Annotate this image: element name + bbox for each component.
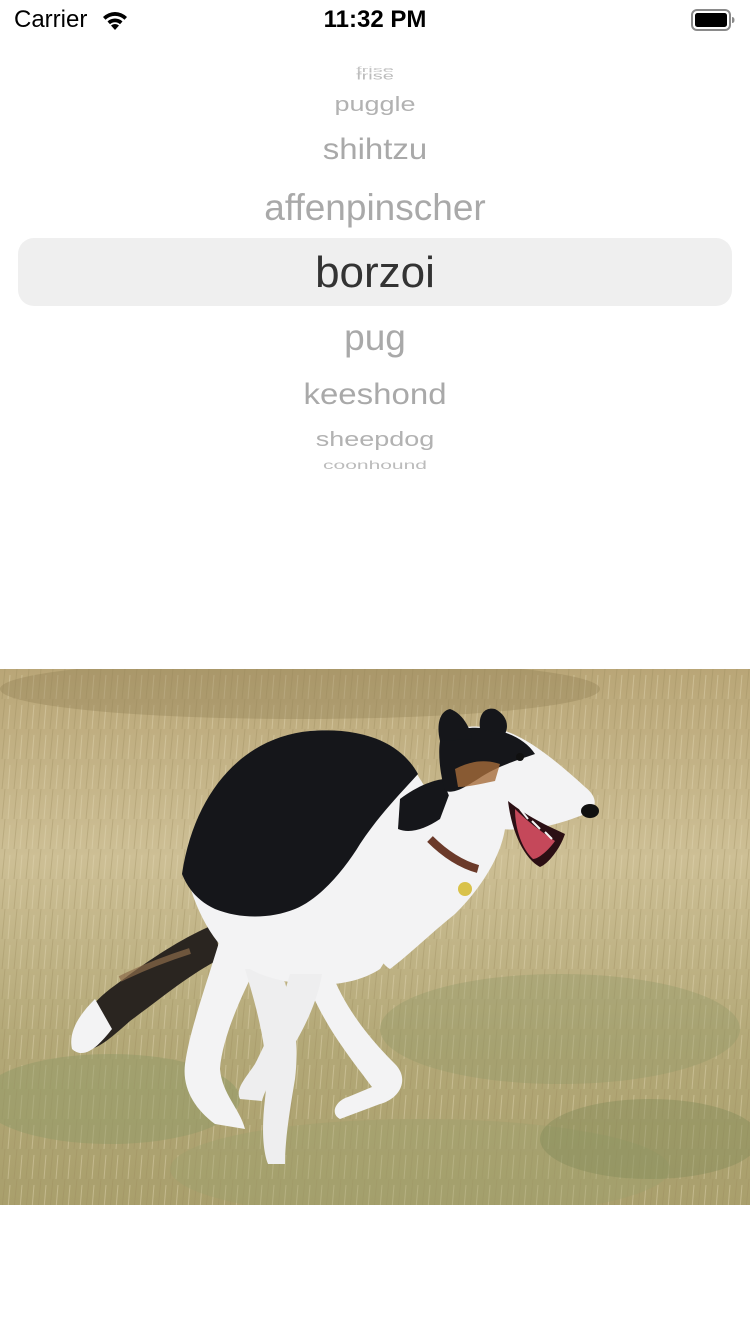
status-time: 11:32 PM <box>323 6 427 33</box>
app-screen: Carrier 11:32 PM frise frise puggle shih… <box>0 0 750 1334</box>
breed-picker[interactable]: frise frise puggle shihtzu affenpinscher… <box>0 58 750 482</box>
picker-row[interactable]: coonhound <box>0 460 750 472</box>
dog-photo <box>0 669 750 1205</box>
picker-row-selected[interactable]: borzoi <box>0 251 750 295</box>
picker-row[interactable]: shihtzu <box>0 134 750 164</box>
picker-row[interactable]: pug <box>0 319 750 356</box>
picker-row[interactable]: puggle <box>0 94 750 114</box>
battery-full-icon <box>691 9 735 31</box>
picker-row[interactable]: keeshond <box>0 379 750 409</box>
status-bar: Carrier 11:32 PM <box>0 0 750 40</box>
picker-row[interactable]: frise <box>0 71 750 82</box>
picker-row[interactable]: affenpinscher <box>0 189 750 226</box>
picker-row[interactable]: sheepdog <box>0 429 750 449</box>
